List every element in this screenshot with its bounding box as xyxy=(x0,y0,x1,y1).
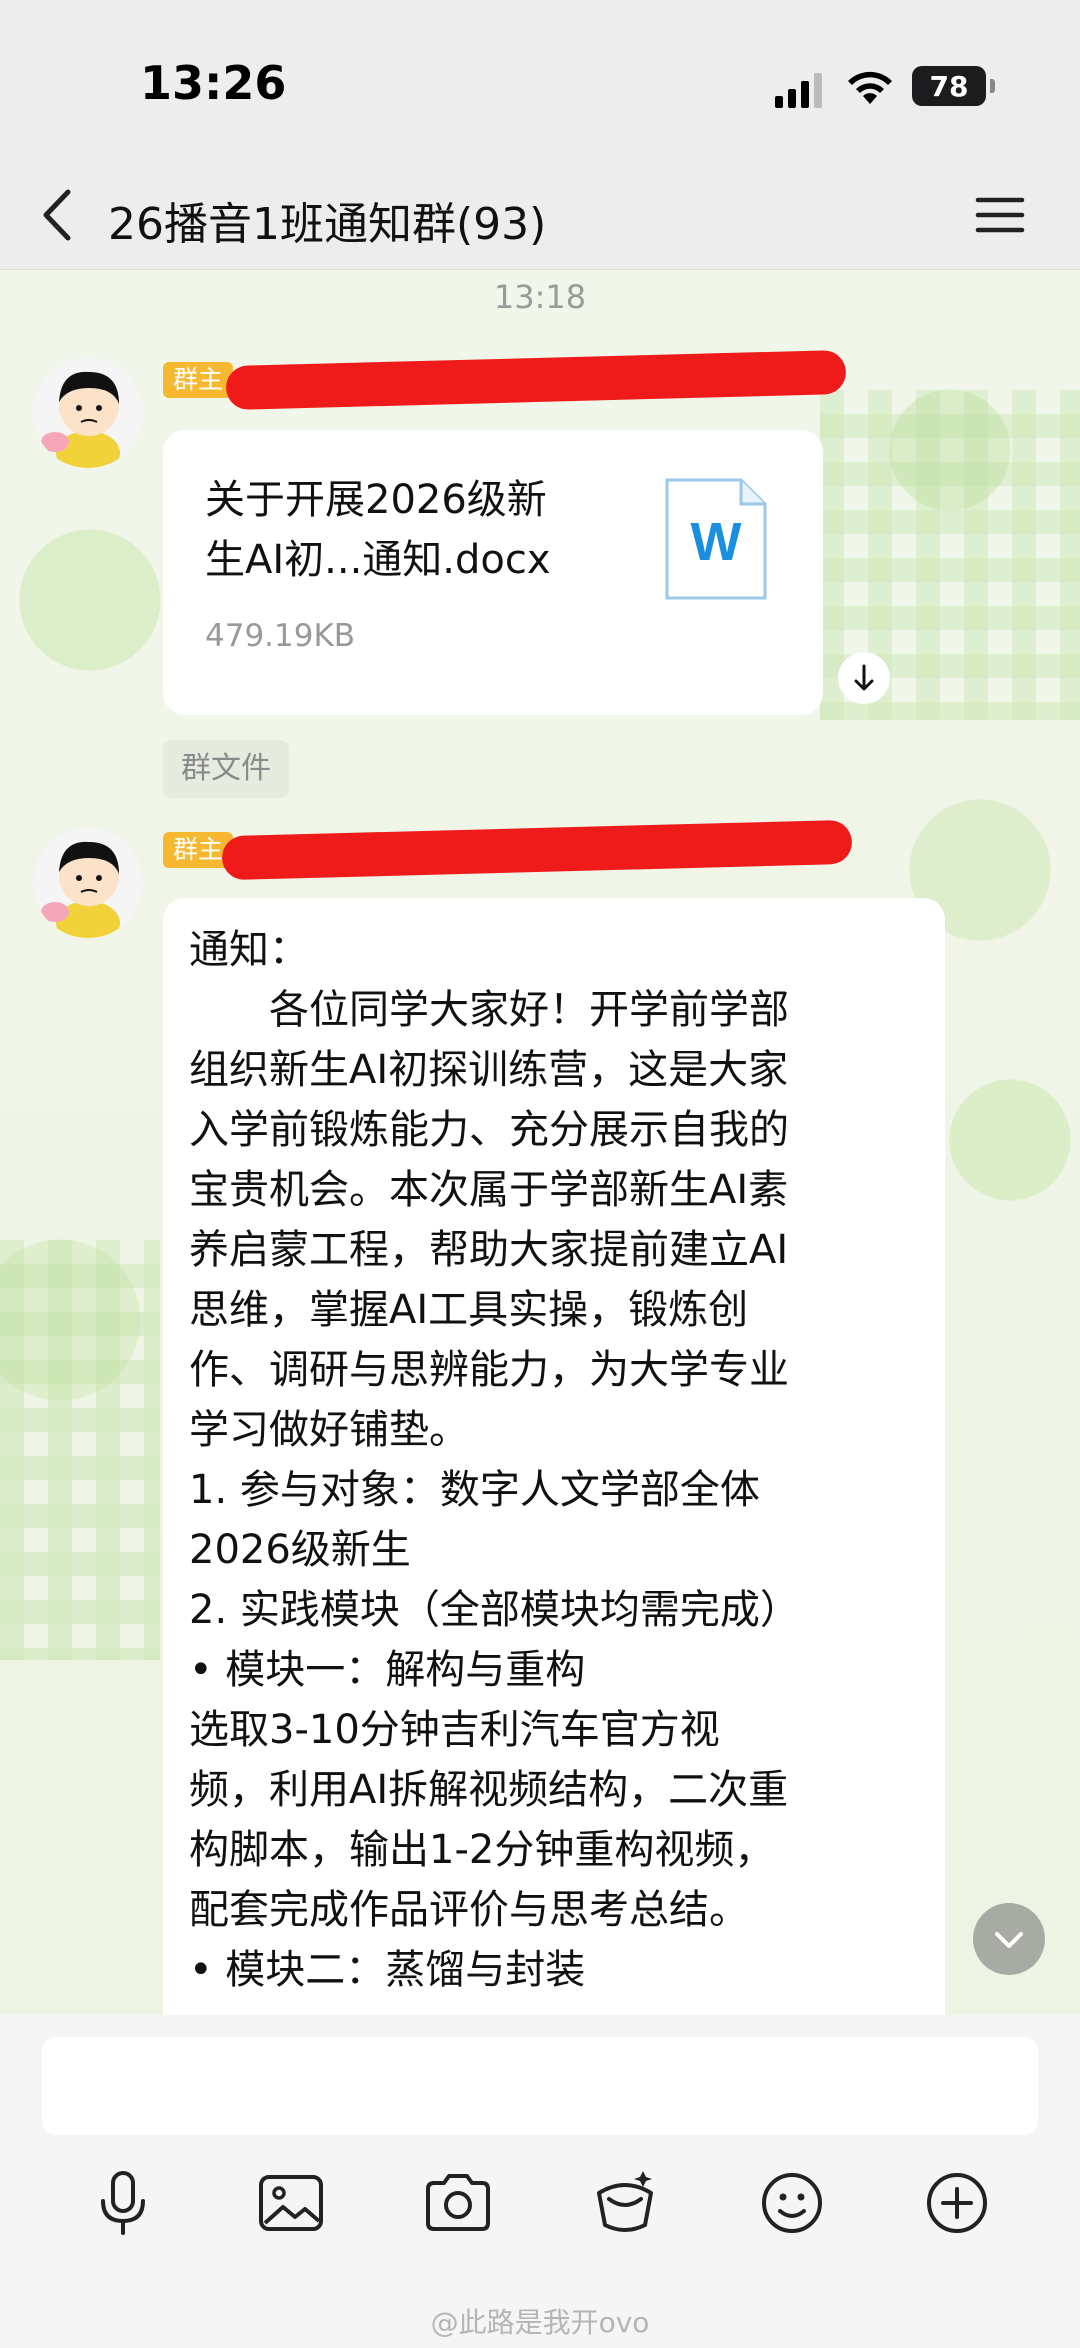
message-line: 宝贵机会。本次属于学部新生AI素 xyxy=(189,1167,789,1213)
file-name: 关于开展2026级新 生AI初...通知.docx xyxy=(205,470,645,590)
message-line: 通知： xyxy=(189,927,309,973)
message-line: • 模块一：解构与重构 xyxy=(189,1647,586,1693)
status-time: 13:26 xyxy=(140,56,287,110)
sender-name-redacted xyxy=(225,349,847,411)
emoji-icon[interactable] xyxy=(752,2163,832,2243)
message-line: 2026级新生 xyxy=(189,1527,411,1573)
sender-name-redacted xyxy=(221,819,853,881)
chat-input-area: @此路是我开ovo xyxy=(0,2015,1080,2348)
message-time-divider: 13:18 xyxy=(493,278,587,316)
message-line: 学习做好铺垫。 xyxy=(189,1407,469,1453)
chat-message-list[interactable]: 13:18 群主 关于开展2026级新 生AI初...通知.docx 479.1… xyxy=(0,270,1080,2015)
file-size: 479.19KB xyxy=(205,618,356,654)
chat-header: 26播音1班通知群(93) xyxy=(0,160,1080,270)
message-line: 思维，掌握AI工具实操，锻炼创 xyxy=(189,1287,749,1333)
watermark: @此路是我开ovo xyxy=(430,2306,650,2339)
cartoon-avatar-icon xyxy=(41,371,120,468)
wifi-icon xyxy=(848,71,892,104)
message-line: 选取3-10分钟吉利汽车官方视 xyxy=(189,1707,720,1753)
message-line: 构脚本，输出1-2分钟重构视频， xyxy=(189,1827,775,1873)
scroll-to-bottom-button[interactable] xyxy=(973,1903,1045,1975)
file-message-card[interactable]: 关于开展2026级新 生AI初...通知.docx 479.19KB W xyxy=(163,430,823,715)
image-icon[interactable] xyxy=(251,2163,331,2243)
avatar[interactable] xyxy=(33,358,143,468)
message-line: 入学前锻炼能力、充分展示自我的 xyxy=(189,1107,789,1153)
message-line: 频，利用AI拆解视频结构，二次重 xyxy=(189,1767,789,1813)
message-line: 作、调研与思辨能力，为大学专业 xyxy=(189,1347,789,1393)
file-name-line: 生AI初...通知.docx xyxy=(205,537,551,583)
download-icon[interactable] xyxy=(838,652,890,704)
cellular-signal-icon xyxy=(775,73,822,108)
cartoon-avatar-icon xyxy=(41,841,120,938)
wallpaper-decoration xyxy=(0,1240,160,1660)
message-line: 配套完成作品评价与思考总结。 xyxy=(189,1887,749,1933)
microphone-icon[interactable] xyxy=(83,2163,163,2243)
message-input[interactable] xyxy=(42,2037,1038,2135)
message-line: 2. 实践模块（全部模块均需完成） xyxy=(189,1587,800,1633)
text-message-bubble[interactable]: 通知： 各位同学大家好！开学前学部 组织新生AI初探训练营，这是大家 入学前锻炼… xyxy=(163,898,945,2015)
message-line: • 模块二：蒸馏与封装 xyxy=(189,1947,586,1993)
back-arrow-icon[interactable] xyxy=(28,182,88,248)
message-line: 养启蒙工程，帮助大家提前建立AI xyxy=(189,1227,789,1273)
chevron-down-icon xyxy=(995,1932,1023,1948)
avatar[interactable] xyxy=(33,828,143,938)
battery-indicator: 78 xyxy=(912,66,995,106)
menu-icon[interactable] xyxy=(970,190,1030,240)
plus-icon[interactable] xyxy=(917,2163,997,2243)
group-file-tag[interactable]: 群文件 xyxy=(163,740,289,798)
message-line: 1. 参与对象：数字人文学部全体 xyxy=(189,1467,760,1513)
chat-title: 26播音1班通知群(93) xyxy=(108,199,547,250)
file-name-line: 关于开展2026级新 xyxy=(205,477,547,523)
camera-icon[interactable] xyxy=(418,2163,498,2243)
message-line: 组织新生AI初探训练营，这是大家 xyxy=(189,1047,789,1093)
owner-badge: 群主 xyxy=(163,362,234,398)
word-document-icon: W xyxy=(665,478,767,600)
red-packet-icon[interactable] xyxy=(585,2163,665,2243)
status-bar: 13:26 78 xyxy=(0,0,1080,160)
message-line: 各位同学大家好！开学前学部 xyxy=(189,987,789,1033)
word-icon-letter: W xyxy=(691,512,742,572)
